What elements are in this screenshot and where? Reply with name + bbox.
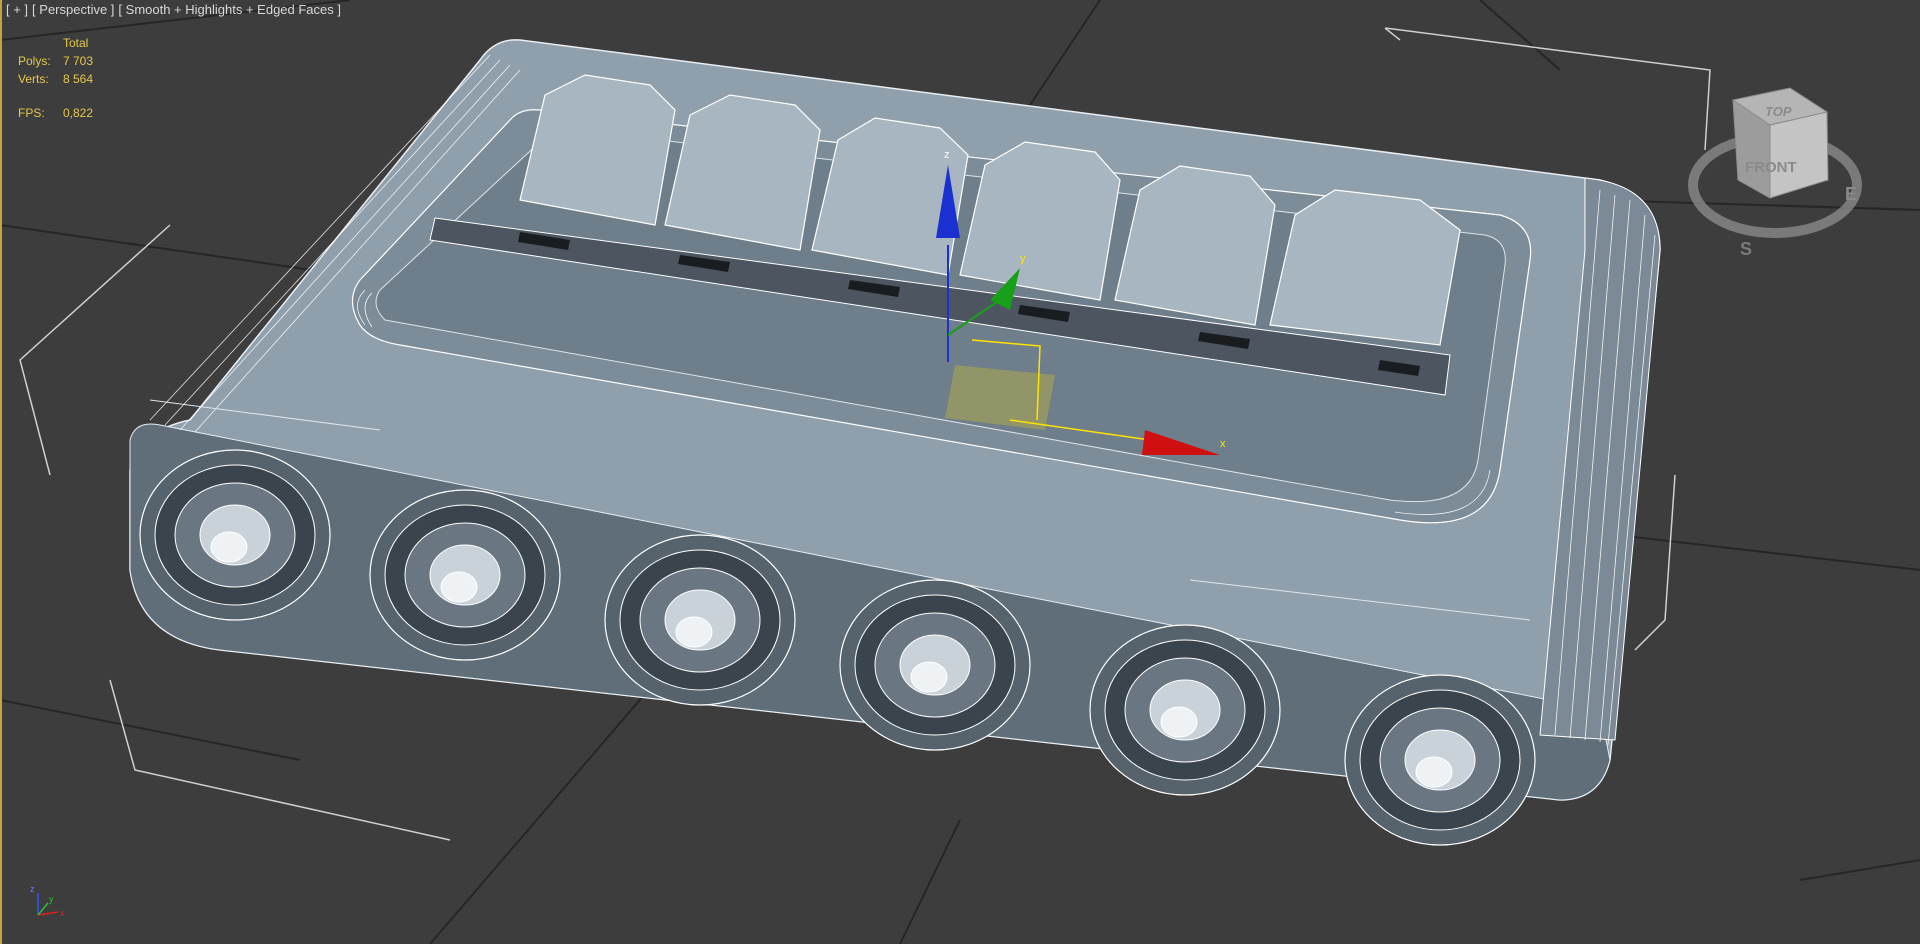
viewport-label-menu[interactable]: [ + ] [ Perspective ] [ Smooth + Highlig… [6, 2, 341, 17]
perspective-viewport[interactable]: z y x TOP FRONT E S z x y [ + ] [ Perspe… [0, 0, 1920, 944]
polys-value: 7 703 [63, 54, 94, 68]
fps-label: FPS: [18, 106, 45, 120]
svg-text:y: y [49, 894, 54, 904]
verts-value: 8 564 [63, 72, 94, 86]
stats-header: Total [63, 36, 89, 50]
viewcube-top-label: TOP [1765, 104, 1792, 119]
model-housing[interactable] [129, 39, 1661, 846]
verts-label: Verts: [18, 72, 49, 86]
viewport-shading-menu[interactable]: [ Smooth + Highlights + Edged Faces ] [118, 2, 341, 17]
viewcube-front-face[interactable] [1769, 111, 1829, 199]
svg-text:x: x [60, 908, 65, 918]
gizmo-z-label: z [944, 149, 950, 161]
svg-text:z: z [30, 884, 35, 894]
viewcube-front-label: FRONT [1745, 159, 1797, 176]
viewport-plus-menu[interactable]: [ + ] [6, 2, 28, 17]
viewcube[interactable]: TOP FRONT E S [1688, 87, 1862, 259]
gizmo-x-label: x [1220, 438, 1226, 450]
viewport-statistics: Total Polys: 7 703 Verts: 8 564 FPS: 0,8… [18, 34, 123, 122]
viewport-pov-menu[interactable]: [ Perspective ] [32, 2, 114, 17]
world-axis-tripod: z x y [30, 884, 65, 918]
viewcube-east-label: E [1845, 184, 1857, 204]
viewcube-south-label: S [1740, 239, 1752, 259]
gizmo-y-label: y [1020, 253, 1026, 265]
active-viewport-border [0, 0, 2, 944]
scene-canvas[interactable]: z y x TOP FRONT E S z x y [0, 0, 1920, 944]
fps-value: 0,822 [63, 106, 94, 120]
polys-label: Polys: [18, 54, 51, 68]
